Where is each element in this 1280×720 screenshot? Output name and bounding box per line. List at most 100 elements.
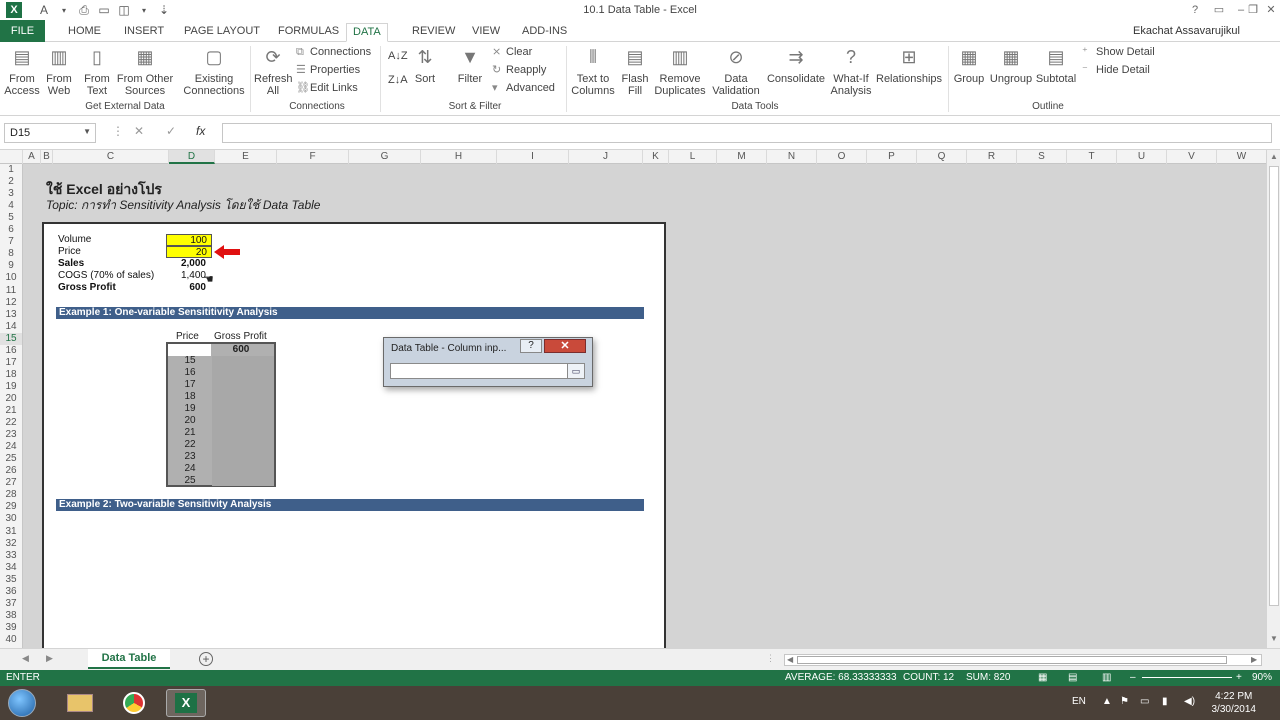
column-header[interactable]: H xyxy=(421,150,497,164)
file-explorer-button[interactable] xyxy=(60,689,100,717)
row-header[interactable]: 29 xyxy=(0,501,22,513)
column-header[interactable]: L xyxy=(669,150,717,164)
volume-icon[interactable]: ◀) xyxy=(1184,696,1195,707)
tab-review[interactable]: REVIEW xyxy=(406,23,461,42)
table-price-cell[interactable]: 15 xyxy=(180,355,200,367)
row-header[interactable]: 31 xyxy=(0,526,22,538)
name-box[interactable]: D15 ▼ xyxy=(4,123,96,143)
column-input-cell-field[interactable] xyxy=(390,363,568,379)
column-header[interactable]: A xyxy=(23,150,41,164)
row-header[interactable]: 15 xyxy=(0,332,22,345)
row-header[interactable]: 30 xyxy=(0,513,22,525)
hide-detail-button[interactable]: ⁻ Hide Detail xyxy=(1082,62,1150,78)
data-validation-button[interactable]: ⊘ Data Validation xyxy=(708,44,764,97)
flag-icon[interactable]: ⚑ xyxy=(1120,696,1129,707)
prev-sheet-icon[interactable]: ◀ xyxy=(22,653,29,664)
language-indicator[interactable]: EN xyxy=(1072,696,1086,707)
row-header[interactable]: 7 xyxy=(0,236,22,248)
row-header[interactable]: 5 xyxy=(0,212,22,224)
from-text-button[interactable]: ▯ From Text xyxy=(80,44,114,97)
price-value[interactable]: 20 xyxy=(166,246,212,258)
sort-za-icon[interactable]: Z↓A xyxy=(388,72,408,88)
row-header[interactable]: 36 xyxy=(0,586,22,598)
vertical-scrollbar[interactable]: ▲ ▼ xyxy=(1266,150,1280,648)
row-header[interactable]: 2 xyxy=(0,176,22,188)
column-header[interactable]: J xyxy=(569,150,643,164)
formula-input[interactable] xyxy=(222,123,1272,143)
horizontal-scrollbar[interactable]: ◀ ▶ xyxy=(784,654,1262,666)
relationships-button[interactable]: ⊞ Relationships xyxy=(876,44,942,85)
excel-taskbar-button[interactable]: X xyxy=(166,689,206,717)
close-icon[interactable]: ✕ xyxy=(1262,2,1280,18)
dialog-close-button[interactable]: ✕ xyxy=(544,339,586,353)
edit-links-button[interactable]: ⛓Edit Links xyxy=(296,80,358,96)
network-icon[interactable]: ▮ xyxy=(1162,696,1168,707)
clear-button[interactable]: ⨯ Clear xyxy=(492,44,532,60)
table-price-cell[interactable]: 17 xyxy=(180,379,200,391)
table-price-cell[interactable]: 18 xyxy=(180,391,200,403)
restore-icon[interactable]: ❐ xyxy=(1244,2,1262,18)
data-table-dialog[interactable]: Data Table - Column inp... ? ✕ ▭ xyxy=(383,337,593,387)
help-icon[interactable]: ? xyxy=(1186,2,1204,18)
volume-label[interactable]: Volume xyxy=(58,234,91,246)
tray-arrow-icon[interactable]: ▲ xyxy=(1102,696,1112,707)
column-header[interactable]: W xyxy=(1217,150,1266,164)
row-header[interactable]: 4 xyxy=(0,200,22,212)
start-button[interactable] xyxy=(4,688,40,718)
enter-icon[interactable]: ✓ xyxy=(166,124,176,138)
table-header-gross-profit[interactable]: Gross Profit xyxy=(214,331,267,342)
row-header[interactable]: 17 xyxy=(0,357,22,369)
column-header[interactable]: Q xyxy=(917,150,967,164)
zoom-level[interactable]: 90% xyxy=(1252,672,1272,683)
cogs-value[interactable]: 1,400 xyxy=(166,270,206,282)
row-header[interactable]: 9 xyxy=(0,260,22,272)
column-header[interactable]: B xyxy=(41,150,53,164)
row-header[interactable]: 32 xyxy=(0,538,22,550)
count-readout[interactable]: COUNT: 12 xyxy=(903,672,954,683)
column-header[interactable]: M xyxy=(717,150,767,164)
column-header[interactable]: K xyxy=(643,150,669,164)
subtotal-button[interactable]: ▤ Subtotal xyxy=(1034,44,1078,85)
row-header[interactable]: 11 xyxy=(0,285,22,297)
table-price-cell[interactable]: 24 xyxy=(180,463,200,475)
row-header[interactable]: 25 xyxy=(0,453,22,465)
normal-view-icon[interactable]: ▦ xyxy=(1038,672,1047,683)
tab-page-layout[interactable]: PAGE LAYOUT xyxy=(178,23,266,42)
table-price-cell[interactable]: 20 xyxy=(180,415,200,427)
column-header[interactable]: T xyxy=(1067,150,1117,164)
row-header[interactable]: 34 xyxy=(0,562,22,574)
dialog-help-button[interactable]: ? xyxy=(520,339,542,353)
what-if-analysis-button[interactable]: ? What-If Analysis xyxy=(828,44,874,97)
tab-data[interactable]: DATA xyxy=(346,23,388,42)
row-header[interactable]: 6 xyxy=(0,224,22,236)
row-header[interactable]: 3 xyxy=(0,188,22,200)
expand-dialog-icon[interactable]: ▭ xyxy=(567,363,585,379)
row-header[interactable]: 12 xyxy=(0,297,22,309)
column-header[interactable]: R xyxy=(967,150,1017,164)
chevron-down-icon[interactable]: ▼ xyxy=(83,127,91,136)
refresh-all-button[interactable]: ⟳ Refresh All xyxy=(254,44,293,97)
consolidate-button[interactable]: ⇉ Consolidate xyxy=(766,44,826,85)
sort-az-icon[interactable]: A↓Z xyxy=(388,48,408,64)
from-web-button[interactable]: ▥ From Web xyxy=(42,44,76,97)
row-header[interactable]: 21 xyxy=(0,405,22,417)
group-button[interactable]: ▦ Group xyxy=(952,44,986,85)
page-layout-view-icon[interactable]: ▤ xyxy=(1068,672,1077,683)
row-header[interactable]: 13 xyxy=(0,309,22,321)
volume-value[interactable]: 100 xyxy=(166,234,212,246)
sheet-subtitle[interactable]: Topic: การทำ Sensitivity Analysis โดยใช้… xyxy=(46,196,320,215)
reapply-button[interactable]: ↻ Reapply xyxy=(492,62,546,78)
column-header[interactable]: E xyxy=(215,150,277,164)
add-sheet-icon[interactable]: + xyxy=(199,652,213,666)
display-icon[interactable]: ▭ xyxy=(1140,696,1149,707)
gross-profit-value[interactable]: 600 xyxy=(166,282,206,294)
tab-file[interactable]: FILE xyxy=(0,20,45,42)
tab-formulas[interactable]: FORMULAS xyxy=(272,23,345,42)
column-header[interactable]: U xyxy=(1117,150,1167,164)
row-header[interactable]: 19 xyxy=(0,381,22,393)
column-header[interactable]: N xyxy=(767,150,817,164)
filter-button[interactable]: ▼ Filter xyxy=(454,44,486,85)
from-access-button[interactable]: ▤ From Access xyxy=(4,44,40,97)
advanced-button[interactable]: ▾ Advanced xyxy=(492,80,555,96)
column-header[interactable]: V xyxy=(1167,150,1217,164)
